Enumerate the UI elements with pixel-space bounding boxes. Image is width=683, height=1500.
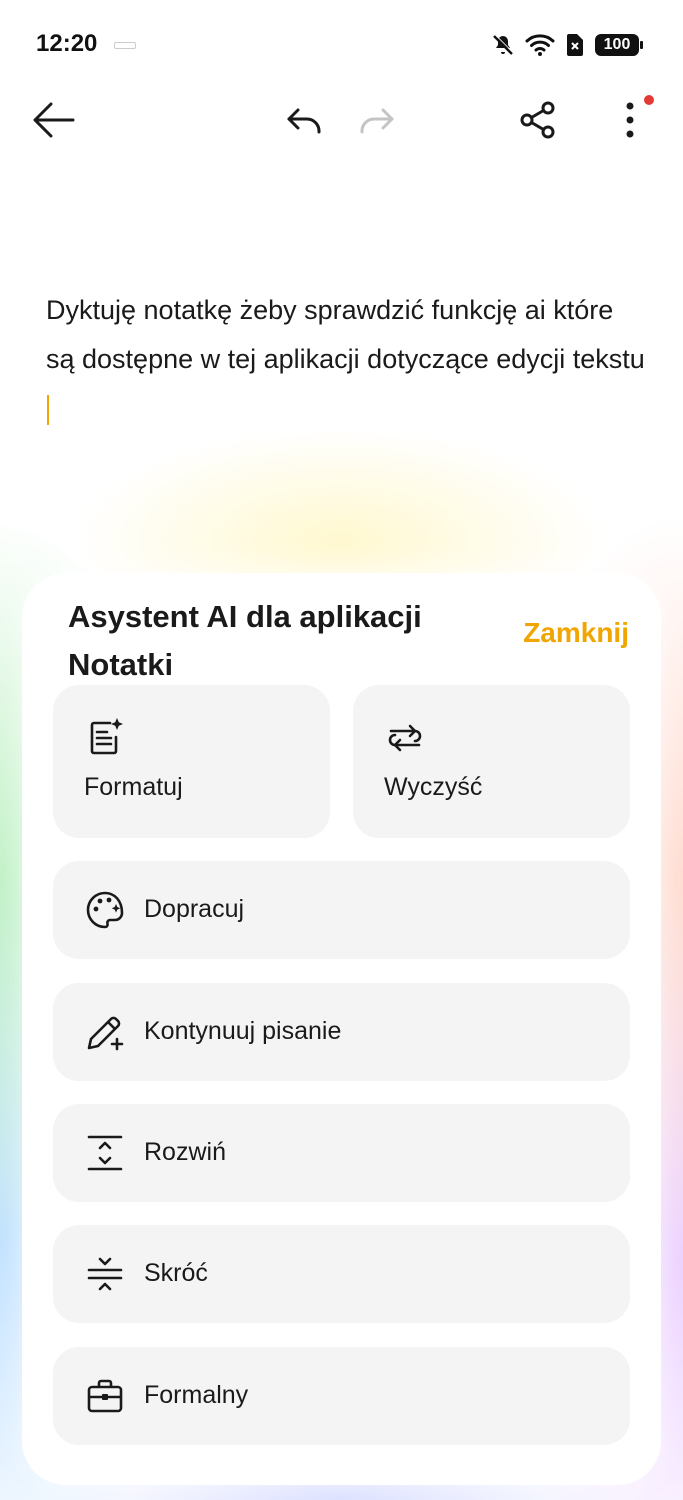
continue-writing-button[interactable]: Kontynuuj pisanie <box>53 983 630 1081</box>
continue-writing-label: Kontynuuj pisanie <box>144 1017 342 1045</box>
sim-card-icon <box>565 33 585 57</box>
close-button[interactable]: Zamknij <box>523 617 629 649</box>
note-body[interactable]: Dyktuję notatkę żeby sprawdzić funkcję a… <box>46 286 646 433</box>
format-button[interactable]: Formatuj <box>53 685 330 838</box>
expand-label: Rozwiń <box>144 1138 226 1166</box>
refine-label: Dopracuj <box>144 895 245 923</box>
undo-icon <box>285 104 325 136</box>
format-document-icon <box>85 717 125 757</box>
expand-icon <box>85 1133 125 1173</box>
arrow-left-icon <box>31 100 75 140</box>
clean-up-button[interactable]: Wyczyść <box>353 685 630 838</box>
shorten-label: Skróć <box>144 1259 208 1287</box>
note-text: Dyktuję notatkę żeby sprawdzić funkcję a… <box>46 295 645 374</box>
battery-indicator: 100 <box>595 34 643 56</box>
notification-icon <box>114 42 136 49</box>
swap-arrows-icon <box>385 717 425 757</box>
expand-button[interactable]: Rozwiń <box>53 1104 630 1202</box>
pencil-plus-icon <box>85 1012 125 1052</box>
briefcase-icon <box>85 1376 125 1416</box>
format-label: Formatuj <box>84 773 183 801</box>
redo-icon <box>356 104 396 136</box>
refine-button[interactable]: Dopracuj <box>53 861 630 959</box>
redo-button[interactable] <box>346 90 406 150</box>
notification-dot <box>644 95 654 105</box>
back-button[interactable] <box>23 90 83 150</box>
share-icon <box>518 100 558 140</box>
clean-up-label: Wyczyść <box>384 773 483 801</box>
collapse-icon <box>85 1254 125 1294</box>
more-vertical-icon <box>625 101 635 139</box>
share-button[interactable] <box>508 90 568 150</box>
wifi-icon <box>525 33 555 57</box>
status-time: 12:20 <box>36 30 98 57</box>
status-bar: 12:20 100 <box>0 0 683 90</box>
undo-button[interactable] <box>275 90 335 150</box>
formal-button[interactable]: Formalny <box>53 1347 630 1445</box>
panel-title: Asystent AI dla aplikacji Notatki <box>68 599 422 682</box>
palette-icon <box>85 890 125 930</box>
text-cursor <box>47 394 49 425</box>
ai-assistant-panel: Asystent AI dla aplikacji Notatki Zamkni… <box>22 573 661 1485</box>
bell-off-icon <box>491 33 515 57</box>
formal-label: Formalny <box>144 1381 249 1409</box>
shorten-button[interactable]: Skróć <box>53 1225 630 1323</box>
status-icons: 100 <box>491 30 643 60</box>
note-toolbar <box>0 90 683 150</box>
